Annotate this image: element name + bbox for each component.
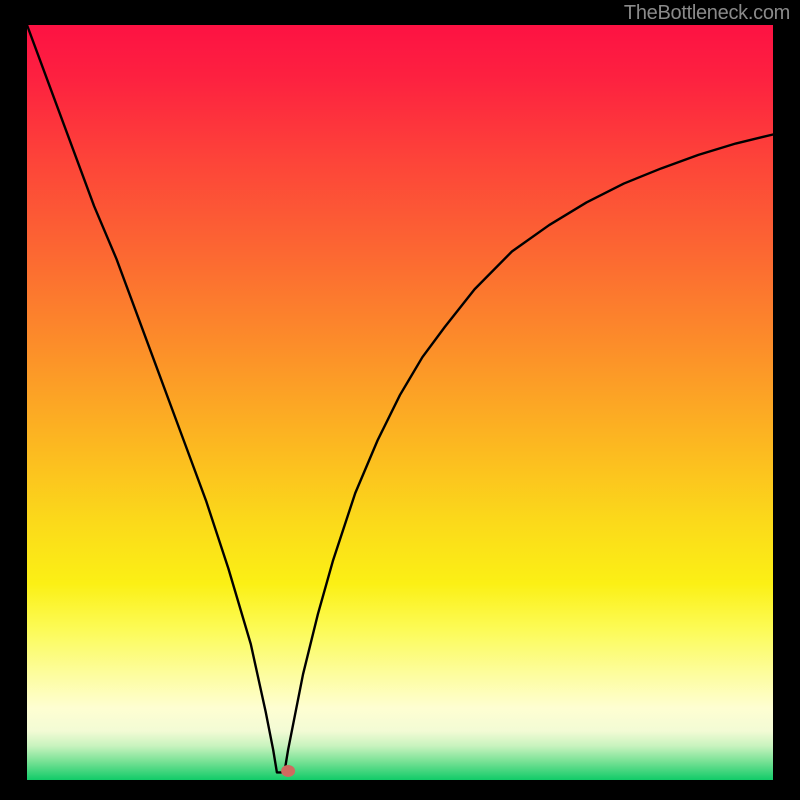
bottleneck-chart xyxy=(0,0,800,800)
attribution-label: TheBottleneck.com xyxy=(624,2,790,25)
chart-background-gradient xyxy=(27,25,773,780)
optimal-point-marker xyxy=(281,765,295,777)
chart-container: TheBottleneck.com xyxy=(0,0,800,800)
